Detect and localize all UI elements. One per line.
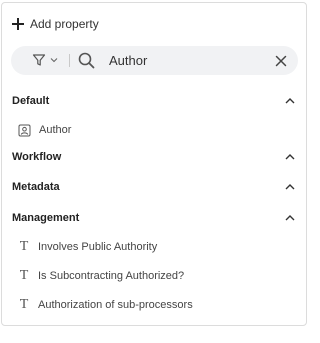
property-item-author[interactable]: Author: [18, 122, 71, 138]
properties-panel: Add property Default: [1, 2, 307, 326]
search-bar: [11, 46, 298, 75]
chevron-up-icon: [285, 215, 295, 221]
property-item-label: Author: [39, 124, 72, 136]
section-title-workflow: Workflow: [12, 151, 62, 163]
section-title-management: Management: [12, 212, 80, 224]
clear-search-icon[interactable]: [274, 54, 288, 68]
person-badge-icon: [18, 124, 31, 136]
filter-dropdown-button[interactable]: [32, 53, 58, 67]
section-header-management[interactable]: Management: [12, 210, 298, 226]
property-item-authorization-of-sub-processors[interactable]: T Authorization of sub-processors: [18, 297, 193, 313]
property-item-label: Involves Public Authority: [38, 241, 158, 253]
filter-icon: [32, 54, 46, 66]
property-item-involves-public-authority[interactable]: T Involves Public Authority: [18, 239, 158, 255]
add-property-label: Add property: [30, 17, 99, 31]
section-title-metadata: Metadata: [12, 181, 60, 193]
plus-icon: [12, 18, 24, 30]
text-type-icon: T: [19, 268, 29, 283]
text-type-icon: T: [19, 297, 29, 312]
chevron-down-icon: [50, 58, 58, 63]
chevron-up-icon: [285, 154, 295, 160]
add-property-button[interactable]: Add property: [12, 17, 99, 31]
property-item-label: Authorization of sub-processors: [38, 299, 193, 311]
section-header-metadata[interactable]: Metadata: [12, 179, 298, 195]
property-item-label: Is Subcontracting Authorized?: [38, 270, 185, 282]
search-icon: [78, 52, 95, 69]
chevron-up-icon: [285, 98, 295, 104]
search-divider: [69, 54, 70, 67]
property-item-is-subcontracting-authorized[interactable]: T Is Subcontracting Authorized?: [18, 268, 184, 284]
section-header-workflow[interactable]: Workflow: [12, 149, 298, 165]
search-input[interactable]: [109, 50, 269, 70]
text-type-icon: T: [19, 239, 29, 254]
section-header-default[interactable]: Default: [12, 93, 298, 109]
section-title-default: Default: [12, 95, 50, 107]
chevron-up-icon: [285, 184, 295, 190]
